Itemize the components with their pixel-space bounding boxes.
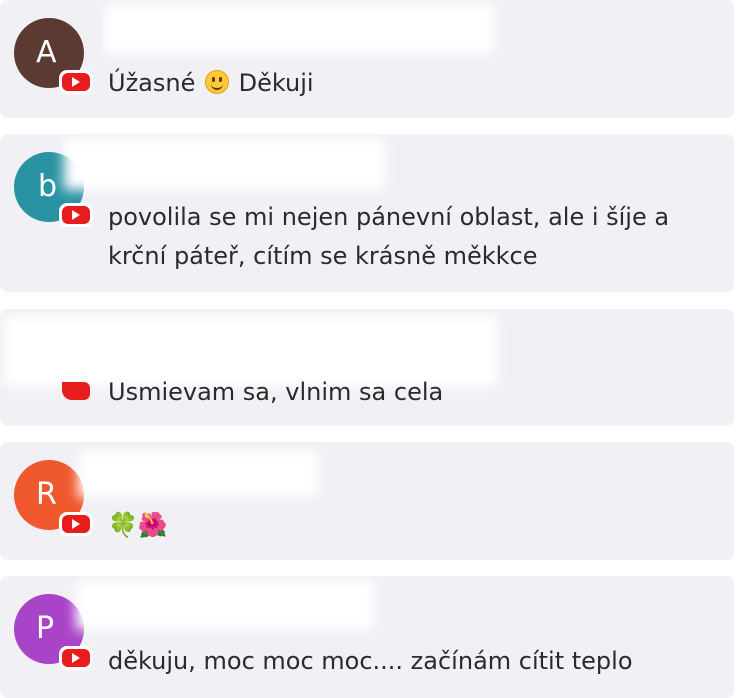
message-text: Děkuji <box>230 69 314 97</box>
comment-feed: A Úžasné Děkuji b povolila se mi nejen p… <box>0 0 736 698</box>
avatar-letter: R <box>36 477 57 512</box>
comment-card: Usmievam sa, vlnim sa cela <box>0 309 734 426</box>
name-redaction <box>64 138 386 190</box>
name-redaction <box>104 4 494 54</box>
slightly-smiling-face-icon <box>204 70 229 94</box>
youtube-icon <box>59 379 93 403</box>
comment-card: A Úžasné Děkuji <box>0 0 734 118</box>
comment-message: 🍀🌺 <box>108 511 168 539</box>
youtube-icon <box>59 70 93 94</box>
avatar-letter: P <box>36 611 55 646</box>
comment-message: děkuju, moc moc moc.... začínám cítit te… <box>108 647 633 675</box>
comment-card: P děkuju, moc moc moc.... začínám cítit … <box>0 576 734 698</box>
comment-message: Úžasné Děkuji <box>108 64 714 103</box>
name-redaction <box>76 580 374 630</box>
name-redaction <box>78 450 318 498</box>
comment-card: R 🍀🌺 <box>0 442 734 560</box>
message-text: Úžasné <box>108 69 203 97</box>
youtube-icon <box>59 512 93 536</box>
avatar-letter: b <box>38 169 58 204</box>
avatar-letter: A <box>36 35 57 70</box>
comment-message: Usmievam sa, vlnim sa cela <box>108 378 444 406</box>
comment-card: b povolila se mi nejen pánevní oblast, a… <box>0 134 734 292</box>
youtube-icon <box>59 646 93 670</box>
youtube-icon <box>59 203 93 227</box>
comment-message: povolila se mi nejen pánevní oblast, ale… <box>108 203 670 270</box>
